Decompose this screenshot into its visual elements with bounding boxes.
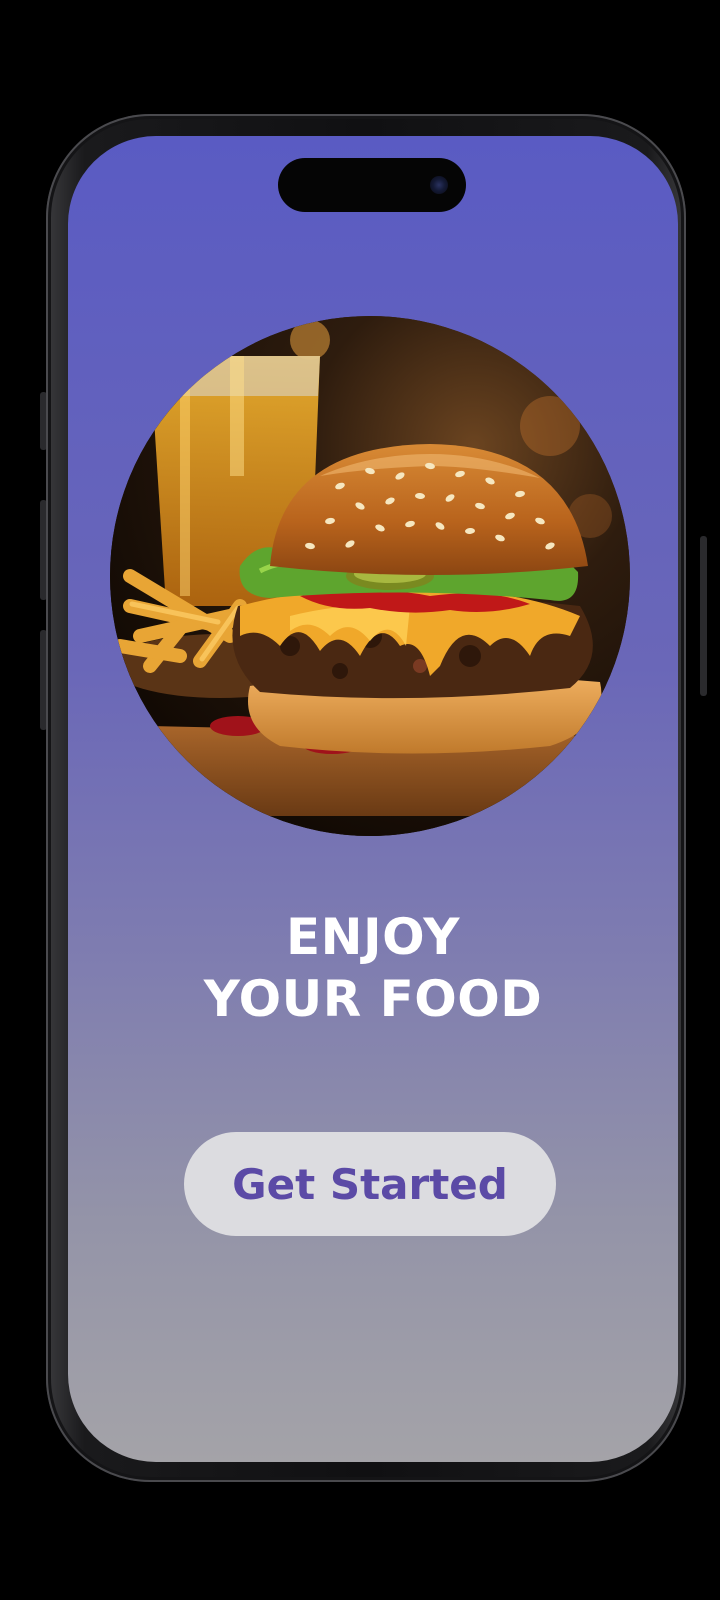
front-camera-icon (430, 176, 448, 194)
phone-screen: ENJOY YOUR FOOD Get Started (68, 136, 678, 1462)
headline-line-2: YOUR FOOD (203, 970, 543, 1028)
burger-hero-image (110, 316, 630, 836)
get-started-button[interactable]: Get Started (184, 1132, 556, 1236)
device-stage: ENJOY YOUR FOOD Get Started (0, 0, 720, 1600)
headline-line-1: ENJOY (285, 908, 461, 966)
headline: ENJOY YOUR FOOD (68, 906, 678, 1030)
power-button (700, 536, 707, 696)
dynamic-island (278, 158, 466, 212)
